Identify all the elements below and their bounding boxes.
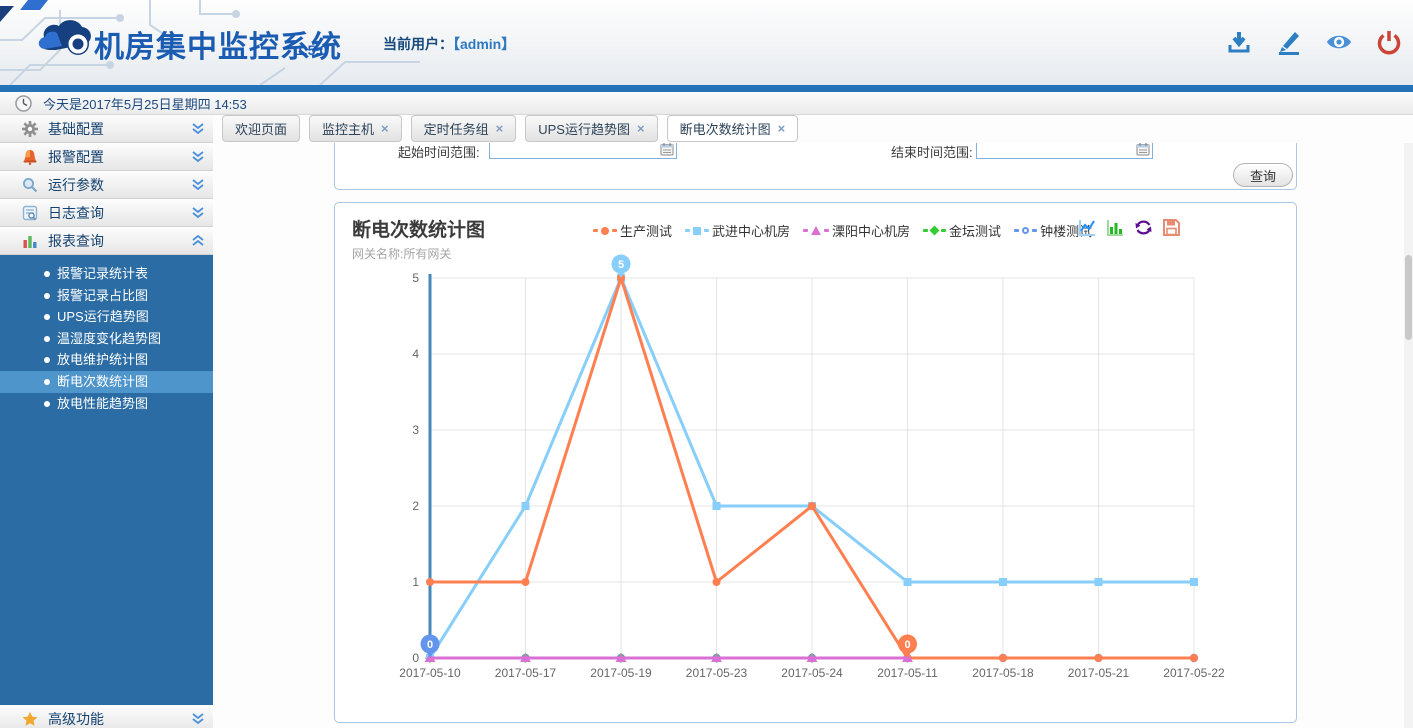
svg-text:2017-05-22: 2017-05-22 bbox=[1163, 666, 1225, 680]
svg-text:2017-05-23: 2017-05-23 bbox=[686, 666, 748, 680]
sidebar-item-runtime-params[interactable]: 运行参数 bbox=[0, 171, 213, 199]
start-time-label: 起始时间范围: bbox=[398, 142, 480, 161]
report-chart-icon bbox=[22, 233, 38, 249]
chevron-double-down-icon bbox=[191, 123, 205, 135]
edit-pencil-icon[interactable] bbox=[1275, 28, 1303, 56]
log-search-icon bbox=[22, 205, 38, 221]
tab-power-outage-count[interactable]: 断电次数统计图 × bbox=[667, 115, 799, 142]
sidebar-item-advanced[interactable]: 高级功能 bbox=[0, 705, 213, 728]
svg-text:2017-05-18: 2017-05-18 bbox=[972, 666, 1034, 680]
tab-monitor-host[interactable]: 监控主机 × bbox=[309, 115, 402, 142]
date-bar: 今天是2017年5月25日星期四 14:53 bbox=[0, 92, 1413, 115]
tab-scheduled-task-group[interactable]: 定时任务组 × bbox=[411, 115, 517, 142]
sidebar: 基础配置 报警配置 运行参数 bbox=[0, 115, 213, 728]
svg-text:2017-05-11: 2017-05-11 bbox=[877, 666, 938, 680]
clock-icon bbox=[15, 95, 32, 112]
svg-text:2017-05-10: 2017-05-10 bbox=[399, 666, 461, 680]
calendar-icon[interactable] bbox=[660, 142, 674, 156]
tab-ups-trend[interactable]: UPS运行趋势图 × bbox=[525, 115, 657, 142]
sidebar-item-label: 基础配置 bbox=[48, 119, 104, 139]
current-user-value: 【admin】 bbox=[453, 36, 515, 52]
header-accent-bar bbox=[0, 85, 1413, 92]
app-header: 机房集中监控系统 1.5.0 当前用户：【admin】 bbox=[0, 0, 1413, 85]
tab-close-icon[interactable]: × bbox=[637, 121, 645, 136]
page-scrollbar-thumb[interactable] bbox=[1405, 255, 1412, 340]
magnifier-icon bbox=[22, 177, 38, 193]
eye-icon[interactable] bbox=[1325, 28, 1353, 56]
svg-text:0: 0 bbox=[412, 651, 419, 665]
svg-text:3: 3 bbox=[412, 423, 419, 437]
submenu-item-alarm-record-table[interactable]: 报警记录统计表 bbox=[0, 263, 213, 285]
download-icon[interactable] bbox=[1225, 28, 1253, 56]
tab-close-icon[interactable]: × bbox=[381, 121, 389, 136]
chart-panel: 断电次数统计图 网关名称:所有网关 生产测试 武进中心机房 溧阳中心机房 金坛测… bbox=[334, 202, 1297, 723]
app-version: 1.5.0 bbox=[296, 42, 327, 58]
chevron-double-up-icon bbox=[191, 235, 205, 247]
svg-text:0: 0 bbox=[904, 639, 910, 651]
star-icon bbox=[22, 711, 38, 727]
calendar-icon[interactable] bbox=[1136, 142, 1150, 156]
page-scrollbar[interactable] bbox=[1404, 115, 1413, 728]
tab-label: 欢迎页面 bbox=[235, 119, 287, 138]
svg-text:5: 5 bbox=[412, 271, 419, 285]
sidebar-item-basic-config[interactable]: 基础配置 bbox=[0, 115, 213, 143]
sidebar-item-report-query[interactable]: 报表查询 bbox=[0, 227, 213, 255]
sidebar-item-label: 高级功能 bbox=[48, 709, 104, 728]
chevron-double-down-icon bbox=[191, 207, 205, 219]
svg-text:2017-05-19: 2017-05-19 bbox=[590, 666, 652, 680]
current-user: 当前用户：【admin】 bbox=[383, 34, 515, 54]
sidebar-item-label: 运行参数 bbox=[48, 175, 104, 195]
chevron-double-down-icon bbox=[191, 151, 205, 163]
power-icon[interactable] bbox=[1375, 28, 1403, 56]
current-user-label: 当前用户： bbox=[383, 36, 453, 52]
sidebar-bottom: 高级功能 bbox=[0, 705, 213, 728]
chevron-double-down-icon bbox=[191, 179, 205, 191]
tab-close-icon[interactable]: × bbox=[496, 121, 504, 136]
sidebar-item-label: 日志查询 bbox=[48, 203, 104, 223]
line-chart-plot: 0 1 2 3 4 5 2017-05-10 2017-05-17 2017-05-19 2017… bbox=[335, 203, 1296, 722]
tab-label: 断电次数统计图 bbox=[680, 119, 771, 138]
svg-text:4: 4 bbox=[412, 347, 419, 361]
sidebar-item-alarm-config[interactable]: 报警配置 bbox=[0, 143, 213, 171]
app-logo-cloud-icon bbox=[36, 16, 94, 58]
alarm-bell-icon bbox=[22, 149, 38, 165]
sidebar-item-label: 报警配置 bbox=[48, 147, 104, 167]
report-submenu: 报警记录统计表 报警记录占比图 UPS运行趋势图 温湿度变化趋势图 放电维护统计… bbox=[0, 255, 213, 705]
sidebar-item-log-query[interactable]: 日志查询 bbox=[0, 199, 213, 227]
submenu-item-ups-trend[interactable]: UPS运行趋势图 bbox=[0, 306, 213, 328]
sidebar-item-label: 报表查询 bbox=[48, 231, 104, 251]
svg-text:2017-05-24: 2017-05-24 bbox=[781, 666, 843, 680]
gear-icon bbox=[22, 121, 38, 137]
query-button[interactable]: 查询 bbox=[1233, 163, 1293, 187]
svg-text:5: 5 bbox=[618, 259, 624, 271]
date-text: 今天是2017年5月25日星期四 14:53 bbox=[43, 94, 247, 113]
tab-label: 监控主机 bbox=[322, 119, 374, 138]
svg-text:2017-05-21: 2017-05-21 bbox=[1068, 666, 1130, 680]
tab-bar: 欢迎页面 监控主机 × 定时任务组 × UPS运行趋势图 × 断电次数统计图 × bbox=[213, 115, 1413, 143]
end-time-label: 结束时间范围: bbox=[891, 142, 973, 161]
submenu-item-temp-humidity-trend[interactable]: 温湿度变化趋势图 bbox=[0, 328, 213, 350]
svg-text:2: 2 bbox=[412, 499, 419, 513]
app-root: 机房集中监控系统 1.5.0 当前用户：【admin】 bbox=[0, 0, 1413, 728]
submenu-item-power-outage-count[interactable]: 断电次数统计图 bbox=[0, 371, 213, 393]
tab-close-icon[interactable]: × bbox=[778, 121, 786, 136]
chevron-double-down-icon bbox=[191, 713, 205, 725]
tab-label: UPS运行趋势图 bbox=[538, 119, 630, 138]
svg-text:2017-05-17: 2017-05-17 bbox=[495, 666, 557, 680]
submenu-item-discharge-performance[interactable]: 放电性能趋势图 bbox=[0, 393, 213, 415]
tab-welcome[interactable]: 欢迎页面 bbox=[222, 115, 300, 142]
header-actions bbox=[1225, 28, 1403, 56]
tab-label: 定时任务组 bbox=[424, 119, 489, 138]
svg-text:0: 0 bbox=[427, 639, 433, 651]
submenu-item-discharge-maintenance[interactable]: 放电维护统计图 bbox=[0, 349, 213, 371]
submenu-item-alarm-record-pie[interactable]: 报警记录占比图 bbox=[0, 285, 213, 307]
svg-text:1: 1 bbox=[412, 575, 419, 589]
